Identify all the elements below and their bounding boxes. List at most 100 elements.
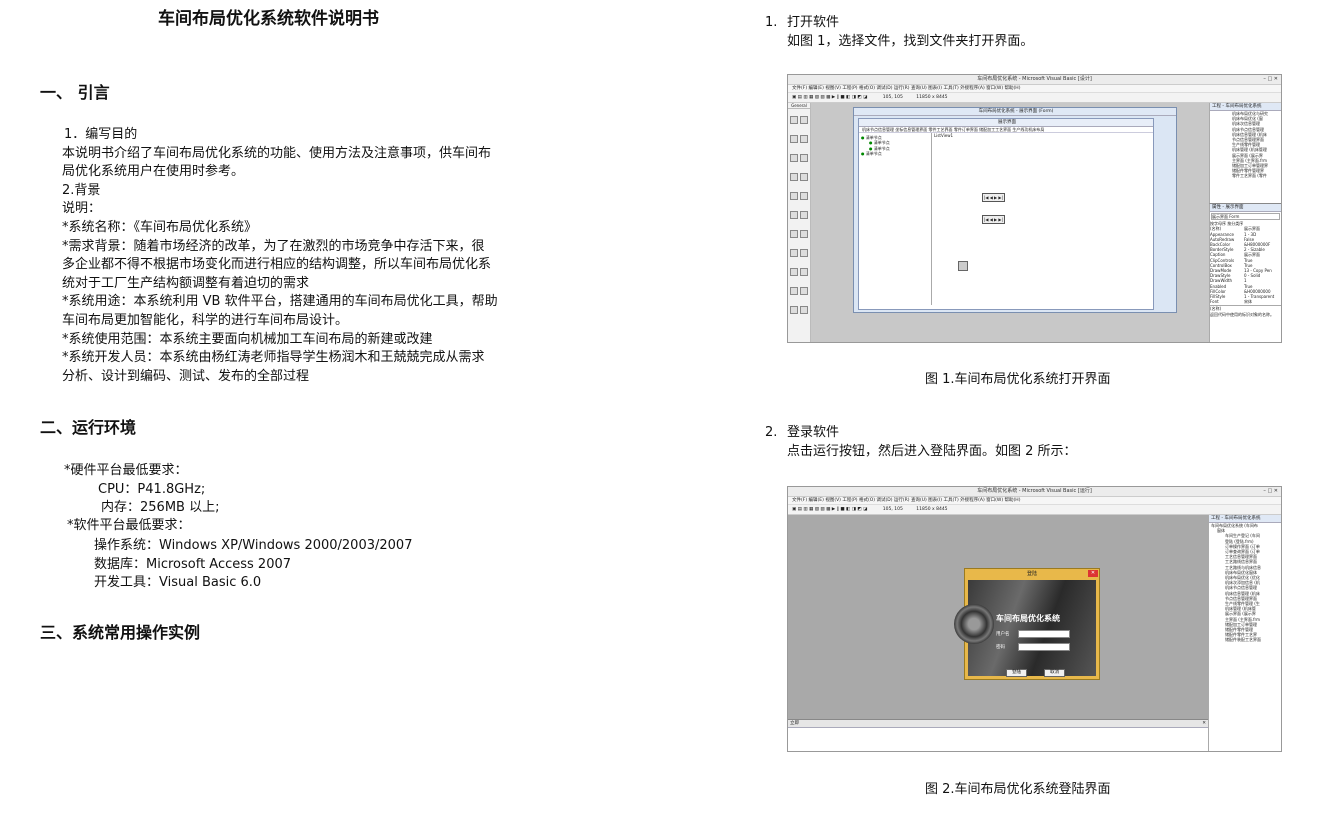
- step-1-number: 1.: [765, 15, 778, 30]
- hw-cpu: CPU：P41.8GHz;: [98, 482, 206, 497]
- drive-tool-icon[interactable]: [800, 230, 808, 239]
- coords-readout: 105, 105: [882, 95, 903, 100]
- textbox-tool-icon[interactable]: [800, 135, 808, 144]
- ole-tool-icon[interactable]: [790, 306, 798, 315]
- list-view-area[interactable]: ListView1 |◀ ◀ ▶ ▶| |◀ ◀ ▶ ▶|: [932, 133, 1153, 305]
- shape-tool-icon[interactable]: [790, 268, 798, 277]
- project-explorer[interactable]: 工程 - 车间布局优化系统 机床布局优化与研究 机床布局优化 (窗 机床次信息管…: [1209, 103, 1281, 203]
- pointer-tool-icon[interactable]: [790, 116, 798, 125]
- subheading-background: 2.背景: [62, 182, 101, 198]
- login-title: 登陆: [1026, 571, 1037, 577]
- properties-title: 属性 - 展示界面: [1210, 204, 1281, 212]
- properties-window[interactable]: 属性 - 展示界面 展示界面 Form 按字母序 按分类序 (名称) 展示界面 Ap…: [1209, 203, 1281, 342]
- background-line: *系统名称：《车间布局优化系统》: [62, 219, 258, 235]
- combo-tool-icon[interactable]: [790, 192, 798, 201]
- login-heading: 车间布局优化系统: [996, 613, 1060, 623]
- project-item-list[interactable]: 车间生产登记 (车间 登陆 (登陆.frm) 订单操作界面 (订单 订单查询界面 (订…: [1209, 533, 1281, 642]
- nav-buttons-1[interactable]: |◀ ◀ ▶ ▶|: [982, 193, 1005, 203]
- toolbar-icons[interactable]: ▣ ▤ ▥ ▦ ▧ ▨ ▩ ▶ ‖ ■ ◧ ◨ ◩ ◪: [792, 95, 869, 100]
- radio-tool-icon[interactable]: [800, 173, 808, 182]
- tree-view[interactable]: ● 清单节点 ● 清单节点 ● 清单节点 ● 清单节点: [859, 133, 932, 306]
- dir-tool-icon[interactable]: [790, 249, 798, 258]
- password-input[interactable]: [1018, 643, 1070, 651]
- vb-menu-bar[interactable]: 文件(F) 编辑(E) 视图(V) 工程(P) 格式(O) 调试(D) 运行(R…: [788, 497, 1281, 505]
- label-tool-icon[interactable]: [790, 135, 798, 144]
- form-caption: 展示界面: [859, 119, 1153, 127]
- size-readout: 11850 x 8445: [916, 95, 948, 100]
- properties-object-select[interactable]: 展示界面 Form: [1211, 213, 1280, 221]
- tree-node[interactable]: ● 清单节点: [859, 151, 931, 156]
- purpose-text-line: 局优化系统用户在使用时参考。: [62, 164, 245, 180]
- hscroll-tool-icon[interactable]: [790, 211, 798, 220]
- close-icon[interactable]: ✕: [1202, 720, 1206, 727]
- project-item[interactable]: 零件工艺界面 (零件: [1232, 173, 1281, 178]
- username-input[interactable]: [1018, 630, 1070, 638]
- checkbox-tool-icon[interactable]: [790, 173, 798, 182]
- project-explorer[interactable]: 工程 - 车间布局优化系统 车间布局优化系统 (车间布 窗体 车间生产登记 (车…: [1208, 515, 1281, 751]
- immediate-label: 立即: [790, 721, 799, 726]
- login-background-image: 车间布局优化系统 用户名 密码 登陆 取消: [954, 580, 1096, 677]
- vb-toolbar[interactable]: ▣ ▤ ▥ ▦ ▧ ▨ ▩ ▶ ‖ ■ ◧ ◨ ◩ ◪ 105, 105 118…: [788, 93, 1281, 103]
- list-tool-icon[interactable]: [800, 192, 808, 201]
- section-2-heading: 二、运行环境: [40, 418, 137, 437]
- data-tool-icon[interactable]: [800, 287, 808, 296]
- figure-2-caption: 图 2.车间布局优化系统登陆界面: [925, 782, 1111, 797]
- image-tool-icon[interactable]: [790, 287, 798, 296]
- figure-1-caption: 图 1.车间布局优化系统打开界面: [925, 372, 1111, 387]
- file-tool-icon[interactable]: [800, 249, 808, 258]
- step-1-title: 打开软件: [787, 15, 840, 30]
- step-2-title: 登录软件: [787, 425, 840, 440]
- toolbox[interactable]: General: [788, 103, 811, 342]
- properties-list[interactable]: (名称) 展示界面 Appearance 1 - 3D AutoRedraw False B…: [1210, 226, 1281, 304]
- control-icon[interactable]: [958, 261, 968, 272]
- form-window-title: 车间布局优化系统 - 展示界面 (Form): [854, 108, 1176, 116]
- frame-tool-icon[interactable]: [790, 154, 798, 163]
- project-explorer-title: 工程 - 车间布局优化系统: [1210, 103, 1281, 111]
- vb-title-bar: 车间布局优化系统 - Microsoft Visual Basic [运行] –…: [788, 487, 1281, 497]
- sw-os: 操作系统：Windows XP/Windows 2000/2003/2007: [94, 538, 413, 553]
- property-row[interactable]: Font 宋体: [1210, 299, 1281, 304]
- form-designer-window[interactable]: 车间布局优化系统 - 展示界面 (Form) 展示界面 机床节点信息管理 坐标信…: [853, 107, 1177, 313]
- background-line: 车间布局更加智能化，科学的进行车间布局设计。: [62, 312, 349, 328]
- vb-menu-bar[interactable]: 文件(F) 编辑(E) 视图(V) 工程(P) 格式(O) 调试(D) 运行(R…: [788, 85, 1281, 93]
- window-controls[interactable]: – □ ✕: [1263, 487, 1278, 496]
- design-area[interactable]: 车间布局优化系统 - 展示界面 (Form) 展示界面 机床节点信息管理 坐标信…: [811, 103, 1209, 342]
- section-1-body: 1．编写目的 本说明书介绍了车间布局优化系统的功能、使用方法及注意事项，供车间布…: [62, 126, 542, 386]
- form-preview[interactable]: 展示界面 机床节点信息管理 坐标信息管理界面 零件工艺界面 零件订单界面 储配加…: [858, 118, 1154, 310]
- picture-tool-icon[interactable]: [800, 116, 808, 125]
- username-label: 用户名: [996, 632, 1010, 637]
- login-window[interactable]: 登陆 ✕ 车间布局优化系统 用户名 密码 登陆 取消: [954, 568, 1100, 680]
- hw-memory: 内存：256MB 以上;: [101, 500, 220, 515]
- background-line: *系统开发人员：本系统由杨红涛老师指导学生杨润木和王兢兢完成从需求: [62, 350, 485, 366]
- size-readout: 11850 x 8445: [916, 507, 948, 512]
- vb-title-bar: 车间布局优化系统 - Microsoft Visual Basic [设计] –…: [788, 75, 1281, 85]
- project-item[interactable]: 储配件装配工艺界面: [1225, 637, 1281, 642]
- background-line: *系统使用范围：本系统主要面向机械加工车间布局的新建或改建: [62, 331, 433, 347]
- toolbar-icons[interactable]: ▣ ▤ ▥ ▦ ▧ ▨ ▩ ▶ ‖ ■ ◧ ◨ ◩ ◪: [792, 507, 869, 512]
- background-line: 分析、设计到编码、测试、发布的全部过程: [62, 368, 310, 384]
- coords-readout: 105, 105: [882, 507, 903, 512]
- window-controls[interactable]: – □ ✕: [1263, 75, 1278, 84]
- vscroll-tool-icon[interactable]: [800, 211, 808, 220]
- run-area[interactable]: 登陆 ✕ 车间布局优化系统 用户名 密码 登陆 取消: [788, 515, 1208, 719]
- line-tool-icon[interactable]: [800, 268, 808, 277]
- grid-tool-icon[interactable]: [800, 306, 808, 315]
- vb-window-title: 车间布局优化系统 - Microsoft Visual Basic [设计]: [977, 76, 1092, 82]
- figure-2-screenshot: 车间布局优化系统 - Microsoft Visual Basic [运行] –…: [787, 486, 1282, 752]
- login-button[interactable]: 登陆: [1006, 669, 1027, 677]
- background-line: *系统用途：本系统利用 VB 软件平台，搭建通用的车间布局优化工具，帮助: [62, 294, 498, 310]
- nav-buttons-2[interactable]: |◀ ◀ ▶ ▶|: [982, 215, 1005, 225]
- immediate-window[interactable]: 立即 ✕: [788, 719, 1208, 751]
- vb-toolbar[interactable]: ▣ ▤ ▥ ▦ ▧ ▨ ▩ ▶ ‖ ■ ◧ ◨ ◩ ◪ 105, 105 118…: [788, 505, 1281, 515]
- timer-tool-icon[interactable]: [790, 230, 798, 239]
- section-3-heading: 三、系统常用操作实例: [40, 623, 201, 642]
- background-line: 说明：: [62, 201, 102, 217]
- step-1-desc: 如图 1，选择文件，找到文件夹打开界面。: [787, 34, 1034, 49]
- background-line: 统对于工厂生产结构额调整有着迫切的需求: [62, 275, 310, 291]
- vb-window-title: 车间布局优化系统 - Microsoft Visual Basic [运行]: [977, 488, 1092, 494]
- button-tool-icon[interactable]: [800, 154, 808, 163]
- listview-label: ListView1: [934, 133, 954, 139]
- property-value[interactable]: 宋体: [1244, 299, 1252, 304]
- cancel-button[interactable]: 取消: [1044, 669, 1066, 677]
- close-icon[interactable]: ✕: [1088, 570, 1098, 577]
